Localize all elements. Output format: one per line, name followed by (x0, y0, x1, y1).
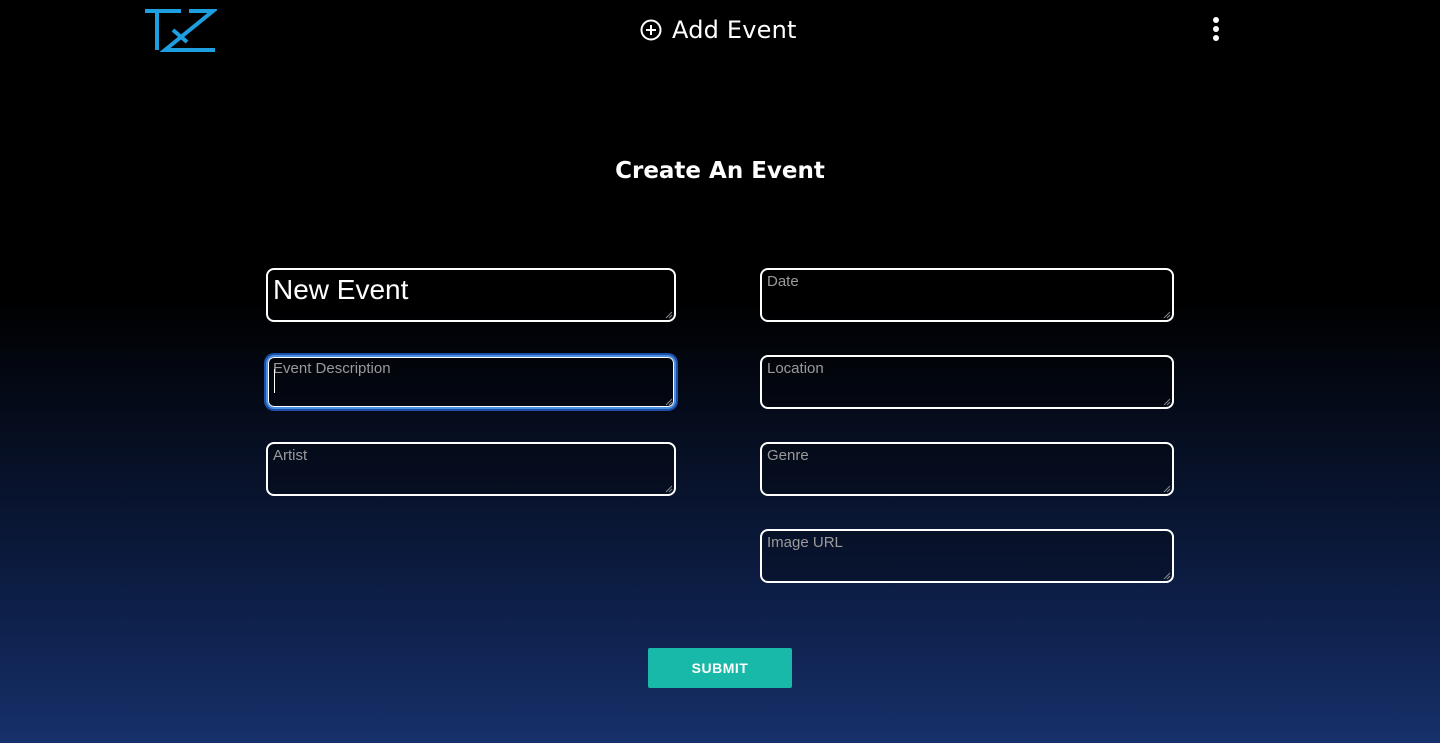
location-placeholder: Location (767, 360, 824, 377)
date-field[interactable]: Date (760, 268, 1174, 322)
image-url-field[interactable]: Image URL (760, 529, 1174, 583)
add-event-button[interactable]: Add Event (640, 12, 797, 48)
kebab-menu-icon[interactable] (1205, 14, 1227, 44)
image-url-placeholder: Image URL (767, 534, 843, 551)
resize-grip-icon[interactable] (1163, 311, 1171, 319)
add-event-label: Add Event (672, 16, 797, 44)
event-description-placeholder: Event Description (273, 360, 391, 377)
location-field[interactable]: Location (760, 355, 1174, 409)
resize-grip-icon[interactable] (1163, 572, 1171, 580)
logo-icon[interactable] (143, 8, 217, 54)
text-caret (274, 369, 275, 393)
resize-grip-icon[interactable] (665, 398, 673, 406)
genre-field[interactable]: Genre (760, 442, 1174, 496)
resize-grip-icon[interactable] (665, 311, 673, 319)
artist-placeholder: Artist (273, 447, 308, 464)
plus-circle-icon (640, 19, 662, 41)
resize-grip-icon[interactable] (1163, 398, 1171, 406)
resize-grip-icon[interactable] (665, 485, 673, 493)
artist-field[interactable]: Artist (266, 442, 676, 496)
submit-button[interactable]: SUBMIT (648, 648, 792, 688)
event-name-field[interactable]: New Event (266, 268, 676, 322)
event-description-field[interactable]: Event Description (266, 355, 676, 409)
top-bar: Add Event (0, 0, 1440, 60)
event-name-value: New Event (273, 274, 409, 305)
genre-placeholder: Genre (767, 447, 809, 464)
resize-grip-icon[interactable] (1163, 485, 1171, 493)
date-placeholder: Date (767, 273, 799, 290)
page-title: Create An Event (615, 158, 825, 184)
